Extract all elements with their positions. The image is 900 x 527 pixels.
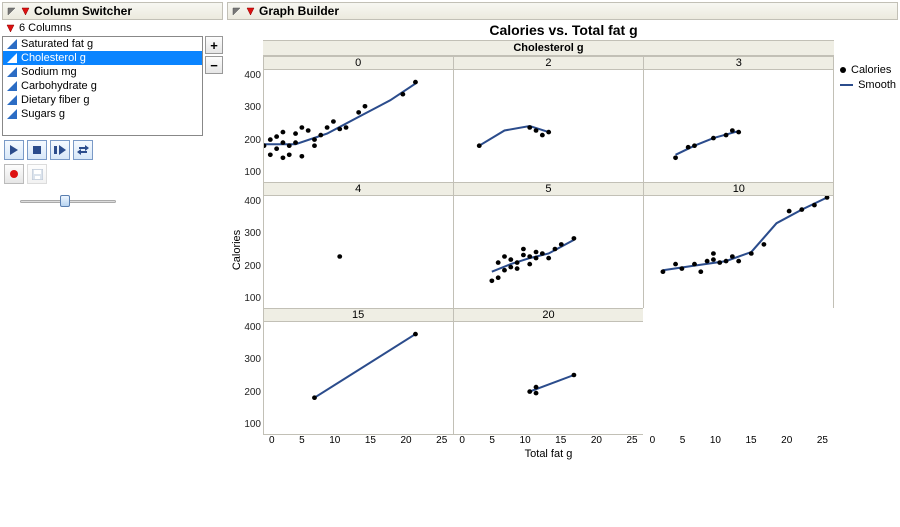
remove-column-button[interactable]: − bbox=[205, 56, 223, 74]
column-item-label: Sodium mg bbox=[21, 66, 77, 78]
graph-builder-title: Graph Builder bbox=[259, 4, 339, 18]
facet-cell[interactable] bbox=[643, 308, 834, 435]
column-switcher-panel: Column Switcher 6 Columns Saturated fat … bbox=[0, 0, 225, 527]
facet-cell[interactable]: 5 bbox=[453, 182, 644, 309]
red-triangle-icon[interactable] bbox=[245, 6, 256, 17]
y-axis-ticks: 400300200100 bbox=[245, 308, 263, 434]
group-variable-header[interactable]: Cholesterol g bbox=[263, 40, 834, 56]
column-item-label: Saturated fat g bbox=[21, 38, 93, 50]
facet-level-label: 10 bbox=[644, 183, 833, 196]
facet-level-label: 3 bbox=[644, 57, 833, 70]
disclosure-icon[interactable] bbox=[6, 6, 17, 17]
column-count-row: 6 Columns bbox=[2, 20, 223, 36]
column-item-label: Dietary fiber g bbox=[21, 94, 89, 106]
facet-level-label: 5 bbox=[454, 183, 643, 196]
facet-cell[interactable]: 3 bbox=[643, 56, 834, 183]
graph-builder-panel: Graph Builder Calories vs. Total fat g C… bbox=[225, 0, 900, 527]
column-item-label: Carbohydrate g bbox=[21, 80, 97, 92]
legend-item-points[interactable]: Calories bbox=[840, 64, 896, 76]
column-item-label: Sugars g bbox=[21, 108, 65, 120]
facet-level-label: 2 bbox=[454, 57, 643, 70]
y-axis-ticks: 400300200100 bbox=[245, 182, 263, 308]
disclosure-icon[interactable] bbox=[231, 6, 242, 17]
speed-slider[interactable] bbox=[2, 188, 223, 208]
red-triangle-icon[interactable] bbox=[20, 6, 31, 17]
facet-cell[interactable]: 15 bbox=[263, 308, 454, 435]
column-list-item[interactable]: Cholesterol g bbox=[3, 51, 202, 65]
x-axis-ticks: 0510152025 bbox=[453, 434, 643, 446]
column-list-item[interactable]: Carbohydrate g bbox=[3, 79, 202, 93]
facet-level-label: 15 bbox=[264, 309, 453, 322]
column-item-label: Cholesterol g bbox=[21, 52, 86, 64]
y-axis-label: Calories bbox=[229, 40, 245, 460]
add-column-button[interactable]: + bbox=[205, 36, 223, 54]
line-icon bbox=[840, 84, 853, 86]
column-count-label: 6 Columns bbox=[19, 22, 72, 34]
column-switcher-title: Column Switcher bbox=[34, 4, 132, 18]
stop-button[interactable] bbox=[27, 140, 47, 160]
facet-grid: 4003002001000234003002001004510400300200… bbox=[245, 56, 834, 434]
chart-title: Calories vs. Total fat g bbox=[229, 20, 898, 40]
facet-cell[interactable]: 0 bbox=[263, 56, 454, 183]
facet-level-label: 20 bbox=[454, 309, 643, 322]
save-button[interactable] bbox=[27, 164, 47, 184]
facet-cell[interactable]: 20 bbox=[453, 308, 644, 435]
red-triangle-icon[interactable] bbox=[5, 23, 16, 34]
legend[interactable]: Calories Smooth bbox=[834, 40, 898, 460]
graph-builder-header[interactable]: Graph Builder bbox=[227, 2, 898, 20]
step-button[interactable] bbox=[50, 140, 70, 160]
loop-button[interactable] bbox=[73, 140, 93, 160]
facet-level-label: 0 bbox=[264, 57, 453, 70]
x-axis-ticks: 0510152025 bbox=[644, 434, 834, 446]
column-list-item[interactable]: Dietary fiber g bbox=[3, 93, 202, 107]
record-button[interactable] bbox=[4, 164, 24, 184]
column-list[interactable]: Saturated fat g Cholesterol g Sodium mg Car… bbox=[2, 36, 203, 136]
column-list-item[interactable]: Sodium mg bbox=[3, 65, 202, 79]
dot-icon bbox=[840, 67, 846, 73]
column-list-item[interactable]: Sugars g bbox=[3, 107, 202, 121]
facet-cell[interactable]: 2 bbox=[453, 56, 644, 183]
column-switcher-header[interactable]: Column Switcher bbox=[2, 2, 223, 20]
column-list-item[interactable]: Saturated fat g bbox=[3, 37, 202, 51]
x-axis-ticks: 0510152025 bbox=[263, 434, 453, 446]
legend-item-smooth[interactable]: Smooth bbox=[840, 79, 896, 91]
y-axis-ticks: 400300200100 bbox=[245, 56, 263, 182]
facet-level-label: 4 bbox=[264, 183, 453, 196]
facet-cell[interactable]: 10 bbox=[643, 182, 834, 309]
play-button[interactable] bbox=[4, 140, 24, 160]
x-axis-label: Total fat g bbox=[263, 446, 834, 460]
facet-cell[interactable]: 4 bbox=[263, 182, 454, 309]
